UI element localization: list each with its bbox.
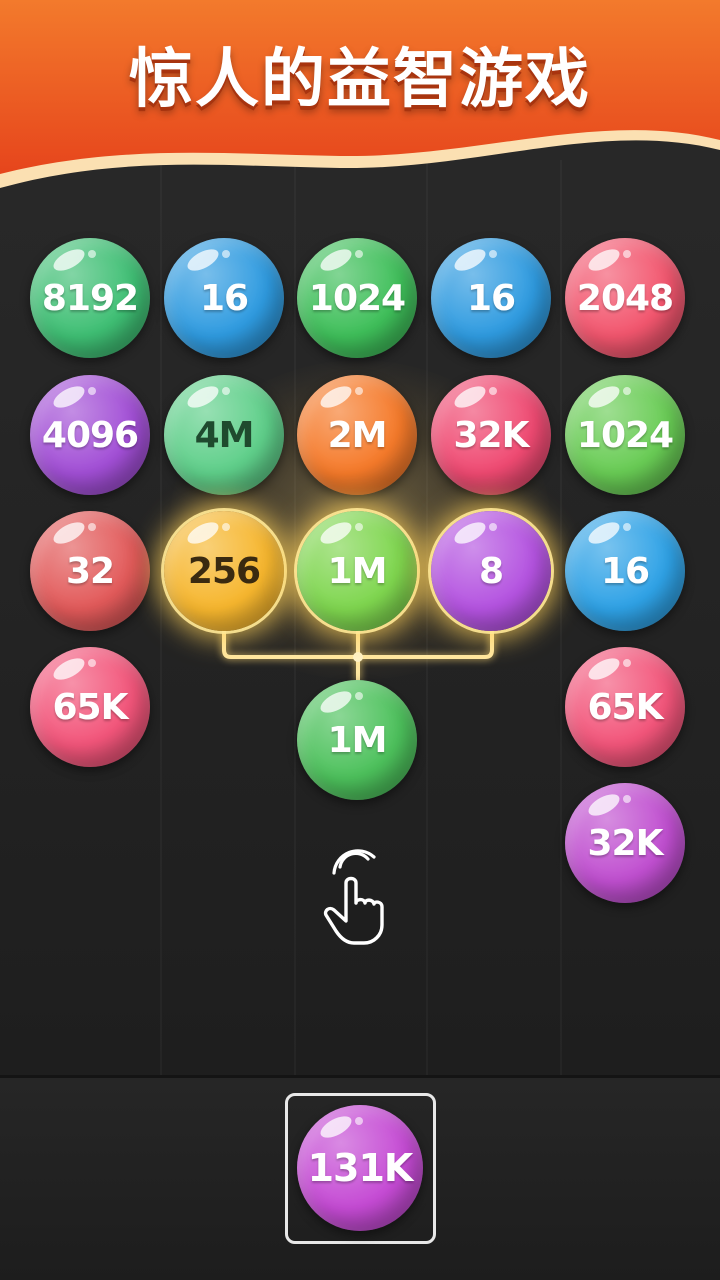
ball-cell[interactable]: 16 — [164, 238, 284, 358]
ball-value: 2048 — [576, 277, 674, 319]
ball-value: 16 — [600, 550, 650, 592]
tap-hand-icon — [323, 849, 384, 945]
ball-value: 32 — [65, 550, 115, 592]
ball-value: 65K — [587, 686, 664, 728]
ball-cell[interactable]: 1024 — [565, 375, 685, 495]
ball-value: 1024 — [576, 414, 674, 456]
ball-value: 8192 — [41, 277, 139, 319]
merge-result-ball: 1M — [297, 680, 417, 800]
ball-cell[interactable]: 16 — [565, 511, 685, 631]
ball-cell[interactable]: 2048 — [565, 238, 685, 358]
ball-cell[interactable]: 256 — [164, 511, 284, 631]
ball-cell[interactable]: 32 — [30, 511, 150, 631]
next-ball-value: 131K — [307, 1146, 414, 1190]
ball-cell[interactable]: 8 — [431, 511, 551, 631]
banner-title: 惊人的益智游戏 — [129, 43, 591, 117]
ball-value: 4M — [194, 414, 255, 456]
ball-cell[interactable]: 4M — [164, 375, 284, 495]
ball-value: 1M — [327, 550, 388, 592]
next-ball[interactable]: 131K — [297, 1105, 423, 1231]
ball-cell[interactable]: 1M — [297, 511, 417, 631]
ball-value: 32K — [587, 822, 664, 864]
ball-value: 16 — [466, 277, 516, 319]
ball-value: 4096 — [41, 414, 139, 456]
ball-value: 256 — [187, 550, 261, 592]
ball-cell[interactable]: 16 — [431, 238, 551, 358]
ball-value: 65K — [52, 686, 129, 728]
ball-value: 16 — [199, 277, 249, 319]
ball-cell[interactable]: 65K — [565, 647, 685, 767]
ball-cell[interactable]: 1024 — [297, 238, 417, 358]
ball-cell[interactable]: 4096 — [30, 375, 150, 495]
ball-value: 2M — [327, 414, 388, 456]
ball-cell[interactable]: 32K — [431, 375, 551, 495]
ball-cell[interactable]: 32K — [565, 783, 685, 903]
ball-value: 1024 — [308, 277, 406, 319]
ball-cell[interactable]: 2M — [297, 375, 417, 495]
ball-value: 8 — [478, 550, 504, 592]
ball-value: 32K — [453, 414, 530, 456]
column-divider — [560, 160, 562, 1075]
column-divider — [160, 160, 162, 1075]
ball-value: 1M — [327, 719, 388, 761]
ball-cell[interactable]: 65K — [30, 647, 150, 767]
ball-cell[interactable]: 8192 — [30, 238, 150, 358]
